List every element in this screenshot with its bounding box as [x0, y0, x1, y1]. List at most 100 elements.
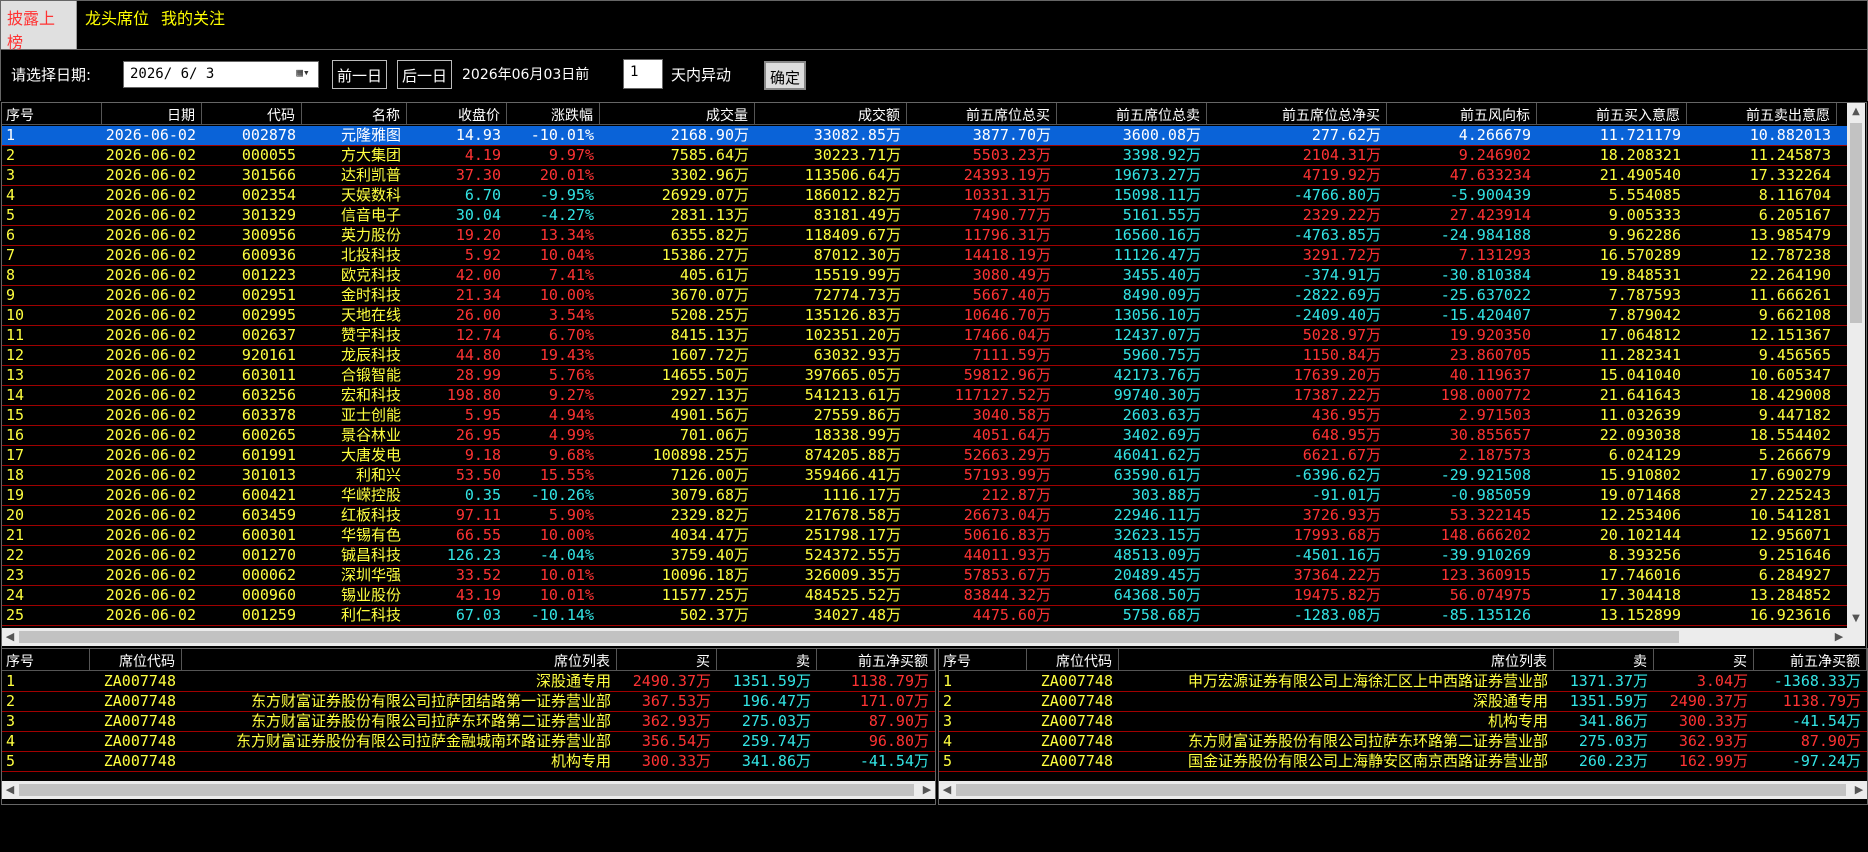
cell-name: 达利凯普: [340, 166, 401, 184]
column-header-seat-code: 席位代码: [1027, 649, 1119, 671]
cell-top5-buy: 3080.49万: [972, 266, 1051, 284]
cell-seat-name: 深股通专用: [535, 672, 611, 690]
scroll-left-icon[interactable]: ◀: [2, 628, 18, 646]
table-row[interactable]: 11 2026-06-02 002637 赞宇科技 12.74 6.70% 8415.13万…: [2, 326, 1847, 346]
cell-name: 合锻智能: [340, 366, 401, 384]
table-row[interactable]: 6 2026-06-02 300956 英力股份 19.20 13.34% 6355.82万…: [2, 226, 1847, 246]
scroll-right-icon[interactable]: ▶: [919, 781, 935, 799]
cell-date: 2026-06-02: [105, 286, 196, 304]
table-row[interactable]: 3 ZA007748 东方财富证券股份有限公司拉萨东环路第二证券营业部 362.93万…: [2, 712, 935, 732]
scrollbar-thumb[interactable]: [1850, 123, 1862, 323]
scroll-left-icon[interactable]: ◀: [2, 781, 18, 799]
vertical-scrollbar[interactable]: ▲ ▼: [1847, 103, 1865, 628]
table-row[interactable]: 14 2026-06-02 603256 宏和科技 198.80 9.27% 2927.13…: [2, 386, 1847, 406]
cell-change-pct: -4.04%: [539, 546, 594, 564]
table-row[interactable]: 2 ZA007748 东方财富证券股份有限公司拉萨团结路第一证券营业部 367.53万…: [2, 692, 935, 712]
cell-top5-sell-will: 17.332264: [1749, 166, 1831, 184]
scrollbar-thumb[interactable]: [19, 784, 914, 796]
cell-top5-buy-will: 11.721179: [1599, 126, 1681, 144]
horizontal-scrollbar[interactable]: ◀ ▶: [2, 628, 1847, 646]
table-row[interactable]: 17 2026-06-02 601991 大唐发电 9.18 9.68% 100898.25…: [2, 446, 1847, 466]
cell-change-pct: 10.00%: [539, 526, 594, 544]
confirm-button[interactable]: 确定: [764, 61, 807, 90]
cell-top5-net-buy: -374.91万: [1302, 266, 1381, 284]
scroll-down-icon[interactable]: ▼: [1847, 610, 1865, 628]
column-header-index: 序号: [2, 649, 90, 671]
table-row[interactable]: 3 2026-06-02 301566 达利凯普 37.30 20.01% 3302.96万…: [2, 166, 1847, 186]
table-row[interactable]: 23 2026-06-02 000062 深圳华强 33.52 10.01% 10096.1…: [2, 566, 1847, 586]
table-row[interactable]: 1 ZA007748 申万宏源证券有限公司上海徐汇区上中西路证券营业部 1371.37…: [939, 672, 1867, 692]
cell-top5-net-buy: 3726.93万: [1302, 506, 1381, 524]
cell-close: 19.20: [455, 226, 501, 244]
cell-sell: 196.47万: [741, 692, 811, 710]
cell-top5-buy-will: 11.032639: [1599, 406, 1681, 424]
table-row[interactable]: 20 2026-06-02 603459 红板科技 97.11 5.90% 2329.82万…: [2, 506, 1847, 526]
table-row[interactable]: 3 ZA007748 机构专用 341.86万 300.33万 -41.54万: [939, 712, 1867, 732]
tab-leading-seats[interactable]: 龙头席位: [79, 1, 155, 49]
table-row[interactable]: 4 ZA007748 东方财富证券股份有限公司拉萨金融城南环路证券营业部 356.54…: [2, 732, 935, 752]
table-row[interactable]: 5 ZA007748 国金证券股份有限公司上海静安区南京西路证券营业部 260.23万…: [939, 752, 1867, 772]
table-row[interactable]: 7 2026-06-02 600936 北投科技 5.92 10.04% 15386.27万…: [2, 246, 1847, 266]
table-row[interactable]: 4 2026-06-02 002354 天娱数科 6.70 -9.95% 26929.07万…: [2, 186, 1847, 206]
table-row[interactable]: 1 ZA007748 深股通专用 2490.37万 1351.59万 1138.79万: [2, 672, 935, 692]
scrollbar-thumb[interactable]: [19, 631, 1679, 643]
cell-top5-sell: 32623.15万: [1113, 526, 1201, 544]
date-picker[interactable]: 2026/ 6/ 3 ▦▾: [123, 61, 319, 88]
cell-top5-sell-will: 5.266679: [1758, 446, 1831, 464]
table-row[interactable]: 21 2026-06-02 600301 华锡有色 66.55 10.00% 4034.47…: [2, 526, 1847, 546]
cell-top5-sell: 5960.75万: [1122, 346, 1201, 364]
table-row[interactable]: 2 ZA007748 深股通专用 1351.59万 2490.37万 1138.79万: [939, 692, 1867, 712]
cell-top5-buy: 3877.70万: [972, 126, 1051, 144]
scroll-right-icon[interactable]: ▶: [1851, 781, 1867, 799]
cell-close: 5.95: [464, 406, 501, 424]
table-row[interactable]: 8 2026-06-02 001223 欧克科技 42.00 7.41% 405.61万 15…: [2, 266, 1847, 286]
table-row[interactable]: 25 2026-06-02 001259 利仁科技 67.03 -10.14% 502.37…: [2, 606, 1847, 626]
cell-top5-sell: 99740.30万: [1113, 386, 1201, 404]
cell-top5-buy: 7490.77万: [972, 206, 1051, 224]
cell-name: 利和兴: [355, 466, 401, 484]
tab-my-watchlist[interactable]: 我的关注: [155, 1, 231, 49]
table-row[interactable]: 15 2026-06-02 603378 亚士创能 5.95 4.94% 4901.56万 2…: [2, 406, 1847, 426]
table-row[interactable]: 12 2026-06-02 920161 龙辰科技 44.80 19.43% 1607.72…: [2, 346, 1847, 366]
cell-close: 66.55: [455, 526, 501, 544]
table-row[interactable]: 18 2026-06-02 301013 利和兴 53.50 15.55% 7126.00万…: [2, 466, 1847, 486]
column-header-top5-indicator: 前五风向标: [1387, 103, 1537, 125]
horizontal-scrollbar[interactable]: ◀ ▶: [2, 781, 935, 799]
cell-top5-buy: 4475.60万: [972, 606, 1051, 624]
cell-top5-sell: 63590.61万: [1113, 466, 1201, 484]
table-row[interactable]: 4 ZA007748 东方财富证券股份有限公司拉萨东环路第二证券营业部 275.03万…: [939, 732, 1867, 752]
scrollbar-thumb[interactable]: [956, 784, 1846, 796]
scroll-right-icon[interactable]: ▶: [1831, 628, 1847, 646]
table-row[interactable]: 1 2026-06-02 002878 元隆雅图 14.93 -10.01% 2168.90…: [2, 126, 1847, 146]
cell-index: 1: [943, 672, 953, 690]
cell-date: 2026-06-02: [105, 126, 196, 144]
prev-day-button[interactable]: 前一日: [332, 60, 388, 89]
cell-change-pct: -10.14%: [530, 606, 594, 624]
table-row[interactable]: 16 2026-06-02 600265 景谷林业 26.95 4.99% 701.06万 1…: [2, 426, 1847, 446]
cell-top5-buy: 24393.19万: [963, 166, 1051, 184]
column-header-buy: 买: [1654, 649, 1754, 671]
table-row[interactable]: 19 2026-06-02 600421 华嵘控股 0.35 -10.26% 3079.68…: [2, 486, 1847, 506]
days-input[interactable]: 1: [623, 59, 663, 89]
cell-top5-net-buy: 17993.68万: [1293, 526, 1381, 544]
tab-disclosure-list[interactable]: 披露上榜: [1, 1, 77, 52]
next-day-button[interactable]: 后一日: [397, 60, 453, 89]
cell-top5-sell-will: 12.956071: [1749, 526, 1831, 544]
scroll-left-icon[interactable]: ◀: [939, 781, 955, 799]
table-row[interactable]: 22 2026-06-02 001270 铖昌科技 126.23 -4.04% 3759.4…: [2, 546, 1847, 566]
date-value: 2026/ 6/ 3: [130, 66, 215, 82]
table-row[interactable]: 13 2026-06-02 603011 合锻智能 28.99 5.76% 14655.50…: [2, 366, 1847, 386]
table-row[interactable]: 5 2026-06-02 301329 信音电子 30.04 -4.27% 2831.13万…: [2, 206, 1847, 226]
table-row[interactable]: 5 ZA007748 机构专用 300.33万 341.86万 -41.54万: [2, 752, 935, 772]
cell-top5-buy-will: 17.746016: [1599, 566, 1681, 584]
table-row[interactable]: 2 2026-06-02 000055 方大集团 4.19 9.97% 7585.64万 30…: [2, 146, 1847, 166]
table-row[interactable]: 24 2026-06-02 000960 锡业股份 43.19 10.01% 11577.2…: [2, 586, 1847, 606]
table-row[interactable]: 9 2026-06-02 002951 金时科技 21.34 10.00% 3670.07万…: [2, 286, 1847, 306]
scroll-up-icon[interactable]: ▲: [1847, 103, 1865, 121]
cell-net-buy: 87.90万: [868, 712, 929, 730]
cell-volume: 2927.13万: [670, 386, 749, 404]
table-row[interactable]: 10 2026-06-02 002995 天地在线 26.00 3.54% 5208.25万…: [2, 306, 1847, 326]
calendar-dropdown-icon[interactable]: ▦▾: [291, 66, 315, 83]
cell-net-buy: 1138.79万: [1782, 692, 1861, 710]
horizontal-scrollbar[interactable]: ◀ ▶: [939, 781, 1867, 799]
